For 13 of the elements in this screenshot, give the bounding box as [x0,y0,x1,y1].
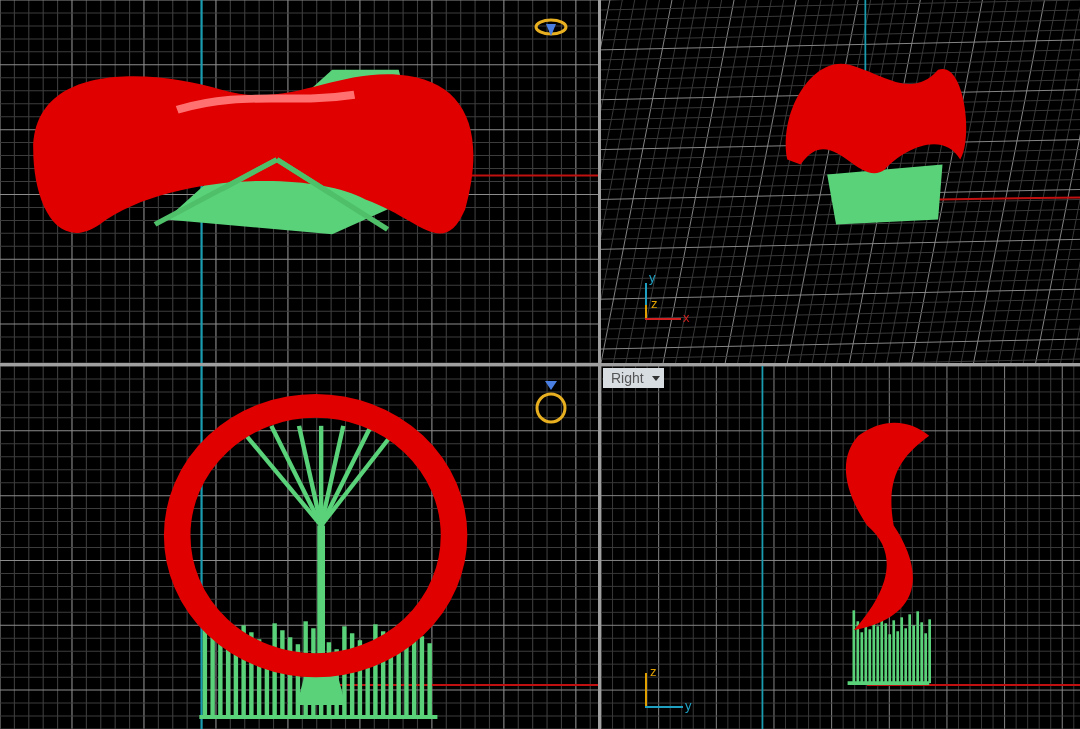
caret-icon [651,375,660,381]
viewport-title-tab[interactable]: Right [603,368,664,388]
axis-y-line [645,283,647,305]
axis-label: z [650,665,657,678]
axis-x-line [645,318,681,320]
axis-label: y [685,699,692,712]
axis-label: y [649,271,656,284]
axis-z-line [645,305,647,319]
axis-label: x [683,311,690,324]
axis-z-line [645,673,647,707]
axis-label: z [651,297,658,310]
axis-y-line [645,706,683,708]
viewport-grid-drawing[interactable] [601,366,1080,729]
